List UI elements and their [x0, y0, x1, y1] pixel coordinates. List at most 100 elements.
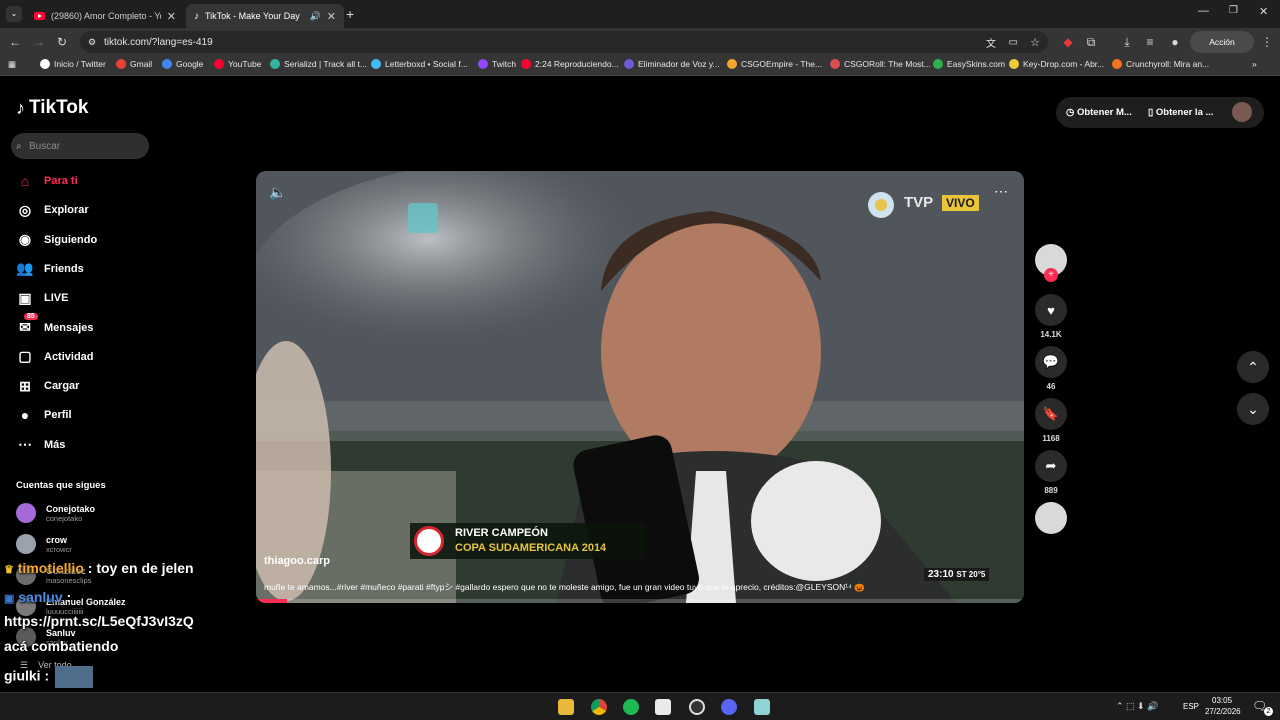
bookmark-favicon-icon: [270, 59, 280, 69]
progress-bar[interactable]: [256, 599, 1024, 603]
bookmark-item[interactable]: EasySkins.com: [933, 59, 1005, 69]
bookmark-favicon-icon: [830, 59, 840, 69]
speaker-icon[interactable]: 🔊: [310, 11, 321, 22]
nav-item-compass[interactable]: ◎ Explorar: [16, 199, 89, 221]
folder-icon[interactable]: [558, 699, 574, 715]
share-button[interactable]: ➦: [1035, 450, 1067, 482]
tiktok-icon: ♪: [16, 97, 25, 118]
system-tray[interactable]: ⌃ ⬚ ⬇ 🔊: [1116, 701, 1158, 712]
bookmark-item[interactable]: Serializd | Track all t...: [270, 59, 367, 69]
bookmark-favicon-icon: [521, 59, 531, 69]
nav-item-profile[interactable]: ● Perfil: [16, 404, 72, 426]
get-app-button[interactable]: ▯ Obtener la ...: [1148, 107, 1213, 118]
music-disc[interactable]: [1035, 502, 1067, 534]
obs-icon[interactable]: [689, 699, 705, 715]
chevron-down-icon: ⌄: [1247, 401, 1259, 417]
bookmark-star-icon[interactable]: ☆: [1030, 36, 1040, 49]
clock-time[interactable]: 03:05: [1212, 696, 1232, 705]
back-icon[interactable]: ←: [6, 33, 24, 51]
nav-item-upload[interactable]: ⊞ Cargar: [16, 375, 79, 397]
bookmark-label: Key-Drop.com - Abr...: [1023, 59, 1105, 69]
get-coins-button[interactable]: ◷ Obtener M...: [1066, 107, 1132, 118]
tab-tiktok[interactable]: ♪ TikTok - Make Your Day 🔊 ✕: [186, 4, 344, 28]
bookmark-item[interactable]: Eliminador de Voz y...: [624, 59, 720, 69]
tv-chyron: RIVER CAMPEÓN COPA SUDAMERICANA 2014: [410, 523, 645, 559]
close-icon[interactable]: ✕: [167, 10, 176, 23]
bookmark-label: Serializd | Track all t...: [284, 59, 367, 69]
nav-label: Siguiendo: [44, 233, 98, 246]
nav-item-activity[interactable]: ▢ Actividad: [16, 346, 93, 368]
bookmark-item[interactable]: Key-Drop.com - Abr...: [1009, 59, 1104, 69]
nav-item-following[interactable]: ◉ Siguiendo: [16, 229, 97, 251]
account-handle: xcrowcr: [46, 544, 72, 554]
bookmark-item[interactable]: Twitch: [478, 59, 516, 69]
bookmark-item[interactable]: CSGORoll: The Most...: [830, 59, 931, 69]
close-window-button[interactable]: ✕: [1259, 5, 1268, 18]
profile-avatar-icon[interactable]: ●: [1166, 33, 1184, 51]
bookmark-item[interactable]: Crunchyroll: Mira an...: [1112, 59, 1209, 69]
avatar: [16, 503, 36, 523]
comment-icon: 💬: [1042, 354, 1060, 369]
save-button[interactable]: 🔖: [1035, 398, 1067, 430]
forward-icon[interactable]: →: [30, 33, 48, 51]
notepad-icon[interactable]: [655, 699, 671, 715]
address-bar[interactable]: ⚙ tiktok.com/?lang=es-419 文 ▭ ☆: [80, 31, 1048, 53]
minimize-button[interactable]: —: [1198, 5, 1209, 17]
language-indicator[interactable]: ESP: [1183, 702, 1199, 711]
download-icon[interactable]: ⤓: [1118, 33, 1136, 51]
menu-icon[interactable]: ⋮: [1258, 33, 1276, 51]
profile-status-button[interactable]: Acción necesaria: [1190, 31, 1254, 69]
bookmark-item[interactable]: Inicio / Twitter: [40, 59, 106, 69]
search-input[interactable]: ⌕ Buscar: [11, 133, 149, 159]
chrome-icon[interactable]: [591, 699, 607, 715]
spotify-icon[interactable]: [623, 699, 639, 715]
clock-date[interactable]: 27/2/2026: [1205, 707, 1241, 716]
bookmark-label: CSGOEmpire - The...: [741, 59, 823, 69]
nav-item-live[interactable]: ▣ LIVE: [16, 287, 68, 309]
avatar[interactable]: [1232, 102, 1252, 122]
bookmark-item[interactable]: CSGOEmpire - The...: [727, 59, 822, 69]
close-icon[interactable]: ✕: [327, 10, 336, 23]
app-icon[interactable]: [754, 699, 770, 715]
more-options-icon[interactable]: ⋯: [994, 183, 1008, 200]
bookmark-favicon-icon: [116, 59, 126, 69]
nav-label: Más: [44, 438, 66, 451]
nav-item-more[interactable]: ⋯ Más: [16, 434, 65, 456]
next-video-button[interactable]: ⌄: [1237, 393, 1269, 425]
following-item[interactable]: Conejotako conejotako: [16, 503, 95, 523]
media-control-icon[interactable]: ≡: [1141, 33, 1159, 51]
comment-button[interactable]: 💬: [1035, 346, 1067, 378]
cast-icon[interactable]: ▭: [1009, 37, 1018, 48]
previous-video-button[interactable]: ⌃: [1237, 351, 1269, 383]
upload-icon: ⊞: [19, 377, 31, 394]
video-author[interactable]: thiagoo.carp: [264, 555, 330, 567]
compass-icon: ◎: [18, 201, 32, 218]
bookmark-label: YouTube: [228, 59, 262, 69]
nav-item-home[interactable]: ⌂ Para ti: [16, 170, 78, 192]
nav-item-friends[interactable]: 👥 Friends: [16, 258, 83, 280]
extension-red-icon[interactable]: ◆: [1059, 33, 1077, 51]
extensions-icon[interactable]: ⧉: [1082, 33, 1100, 51]
discord-icon[interactable]: [721, 699, 737, 715]
site-info-icon[interactable]: ⚙: [88, 37, 96, 48]
new-tab-button[interactable]: +: [346, 6, 354, 22]
url-text: tiktok.com/?lang=es-419: [104, 36, 213, 48]
bookmark-item[interactable]: YouTube: [214, 59, 261, 69]
volume-icon[interactable]: 🔈: [269, 184, 286, 201]
like-button[interactable]: ♥: [1035, 294, 1067, 326]
tab-youtube[interactable]: (29860) Amor Completo - YouTube ✕: [26, 4, 184, 28]
more-bookmarks-icon[interactable]: »: [1252, 59, 1257, 69]
bookmark-item[interactable]: Google: [162, 59, 203, 69]
tiktok-logo[interactable]: ♪ TikTok: [16, 97, 88, 119]
bookmark-item[interactable]: 2:24 Reproduciendo...: [521, 59, 619, 69]
bookmark-item[interactable]: Letterboxd • Social f...: [371, 59, 468, 69]
restore-button[interactable]: ❐: [1229, 5, 1238, 16]
following-item[interactable]: crow xcrowcr: [16, 534, 72, 554]
nav-item-messages[interactable]: ✉ Mensajes 85: [16, 312, 94, 339]
reload-icon[interactable]: ↻: [53, 33, 71, 51]
translate-icon[interactable]: 文: [986, 35, 996, 50]
follow-plus-icon[interactable]: +: [1044, 268, 1058, 282]
bookmark-item[interactable]: Gmail: [116, 59, 152, 69]
apps-icon[interactable]: ▦: [8, 59, 16, 70]
tab-search-button[interactable]: ⌄: [6, 6, 22, 22]
